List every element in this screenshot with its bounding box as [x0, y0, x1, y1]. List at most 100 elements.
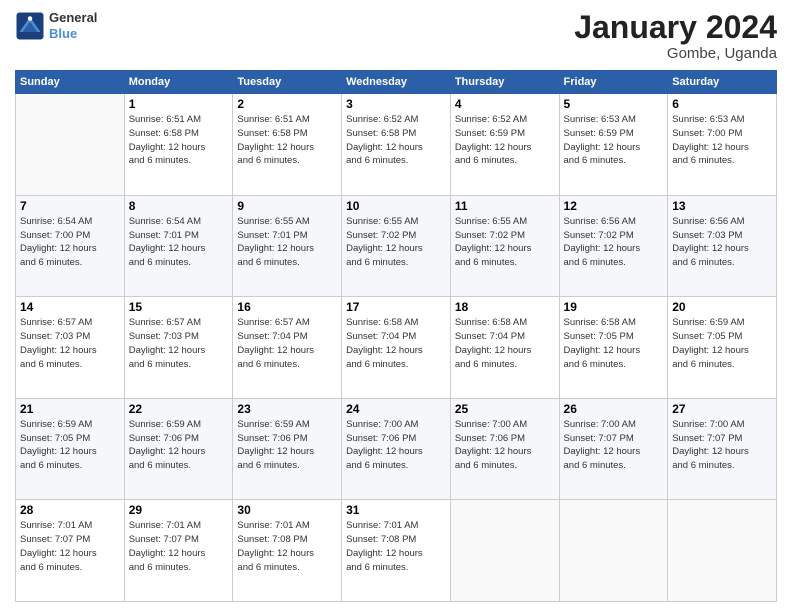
day-info: Sunrise: 7:01 AMSunset: 7:08 PMDaylight:… [346, 519, 446, 574]
day-number: 23 [237, 402, 337, 416]
day-info: Sunrise: 6:59 AMSunset: 7:05 PMDaylight:… [672, 316, 772, 371]
day-number: 8 [129, 199, 229, 213]
day-number: 16 [237, 300, 337, 314]
day-number: 4 [455, 97, 555, 111]
calendar-cell: 13Sunrise: 6:56 AMSunset: 7:03 PMDayligh… [668, 195, 777, 297]
calendar-cell: 12 Sunrise: 6:56 AMSunset: 7:02 PMDayligh… [559, 195, 668, 297]
day-number: 2 [237, 97, 337, 111]
day-number: 9 [237, 199, 337, 213]
calendar-cell: 24 Sunrise: 7:00 AMSunset: 7:06 PMDayligh… [342, 398, 451, 500]
day-info: Sunrise: 6:53 AMSunset: 7:00 PMDaylight:… [672, 113, 772, 168]
calendar-cell: 31 Sunrise: 7:01 AMSunset: 7:08 PMDayligh… [342, 500, 451, 602]
day-info: Sunrise: 6:59 AMSunset: 7:06 PMDaylight:… [237, 418, 337, 473]
day-header-tuesday: Tuesday [233, 71, 342, 94]
day-number: 30 [237, 503, 337, 517]
calendar-cell: 22Sunrise: 6:59 AMSunset: 7:06 PMDayligh… [124, 398, 233, 500]
calendar-page: General Blue January 2024 Gombe, Uganda … [0, 0, 792, 612]
day-header-saturday: Saturday [668, 71, 777, 94]
day-info: Sunrise: 6:54 AMSunset: 7:01 PMDaylight:… [129, 215, 229, 270]
day-number: 24 [346, 402, 446, 416]
location: Gombe, Uganda [574, 45, 777, 62]
day-header-thursday: Thursday [450, 71, 559, 94]
day-number: 20 [672, 300, 772, 314]
day-info: Sunrise: 6:57 AMSunset: 7:03 PMDaylight:… [20, 316, 120, 371]
day-info: Sunrise: 7:00 AMSunset: 7:07 PMDaylight:… [672, 418, 772, 473]
header: General Blue January 2024 Gombe, Uganda [15, 10, 777, 62]
calendar-cell: 29 Sunrise: 7:01 AMSunset: 7:07 PMDayligh… [124, 500, 233, 602]
calendar-cell [559, 500, 668, 602]
calendar-cell: 8 Sunrise: 6:54 AMSunset: 7:01 PMDaylight… [124, 195, 233, 297]
calendar-cell: 18Sunrise: 6:58 AMSunset: 7:04 PMDayligh… [450, 297, 559, 399]
calendar-cell: 10 Sunrise: 6:55 AMSunset: 7:02 PMDayligh… [342, 195, 451, 297]
day-number: 27 [672, 402, 772, 416]
calendar-cell: 27 Sunrise: 7:00 AMSunset: 7:07 PMDayligh… [668, 398, 777, 500]
day-number: 21 [20, 402, 120, 416]
calendar-cell: 14Sunrise: 6:57 AMSunset: 7:03 PMDayligh… [16, 297, 125, 399]
day-info: Sunrise: 6:56 AMSunset: 7:03 PMDaylight:… [672, 215, 772, 270]
day-info: Sunrise: 6:58 AMSunset: 7:04 PMDaylight:… [346, 316, 446, 371]
day-number: 5 [564, 97, 664, 111]
logo-text: General Blue [49, 10, 97, 41]
day-number: 29 [129, 503, 229, 517]
day-number: 25 [455, 402, 555, 416]
day-info: Sunrise: 6:51 AMSunset: 6:58 PMDaylight:… [237, 113, 337, 168]
calendar-cell: 23 Sunrise: 6:59 AMSunset: 7:06 PMDayligh… [233, 398, 342, 500]
calendar-cell: 3Sunrise: 6:52 AMSunset: 6:58 PMDaylight… [342, 94, 451, 196]
calendar-week-5: 28 Sunrise: 7:01 AMSunset: 7:07 PMDayligh… [16, 500, 777, 602]
calendar-cell: 28 Sunrise: 7:01 AMSunset: 7:07 PMDayligh… [16, 500, 125, 602]
day-info: Sunrise: 7:01 AMSunset: 7:07 PMDaylight:… [129, 519, 229, 574]
calendar-week-3: 14Sunrise: 6:57 AMSunset: 7:03 PMDayligh… [16, 297, 777, 399]
day-info: Sunrise: 6:57 AMSunset: 7:04 PMDaylight:… [237, 316, 337, 371]
day-info: Sunrise: 6:55 AMSunset: 7:01 PMDaylight:… [237, 215, 337, 270]
day-number: 6 [672, 97, 772, 111]
calendar-week-1: 1 Sunrise: 6:51 AMSunset: 6:58 PMDaylight… [16, 94, 777, 196]
logo: General Blue [15, 10, 97, 41]
day-header-friday: Friday [559, 71, 668, 94]
day-info: Sunrise: 7:00 AMSunset: 7:06 PMDaylight:… [346, 418, 446, 473]
day-number: 28 [20, 503, 120, 517]
day-info: Sunrise: 6:51 AMSunset: 6:58 PMDaylight:… [129, 113, 229, 168]
calendar-table: SundayMondayTuesdayWednesdayThursdayFrid… [15, 70, 777, 602]
day-number: 11 [455, 199, 555, 213]
calendar-cell: 30Sunrise: 7:01 AMSunset: 7:08 PMDayligh… [233, 500, 342, 602]
calendar-header-row: SundayMondayTuesdayWednesdayThursdayFrid… [16, 71, 777, 94]
day-number: 10 [346, 199, 446, 213]
day-number: 3 [346, 97, 446, 111]
day-info: Sunrise: 7:00 AMSunset: 7:06 PMDaylight:… [455, 418, 555, 473]
day-number: 1 [129, 97, 229, 111]
calendar-cell: 6 Sunrise: 6:53 AMSunset: 7:00 PMDaylight… [668, 94, 777, 196]
day-header-monday: Monday [124, 71, 233, 94]
day-info: Sunrise: 6:54 AMSunset: 7:00 PMDaylight:… [20, 215, 120, 270]
calendar-cell: 1 Sunrise: 6:51 AMSunset: 6:58 PMDaylight… [124, 94, 233, 196]
day-info: Sunrise: 6:58 AMSunset: 7:05 PMDaylight:… [564, 316, 664, 371]
day-number: 12 [564, 199, 664, 213]
day-header-sunday: Sunday [16, 71, 125, 94]
day-info: Sunrise: 6:53 AMSunset: 6:59 PMDaylight:… [564, 113, 664, 168]
calendar-cell [668, 500, 777, 602]
month-title: January 2024 [574, 10, 777, 45]
day-info: Sunrise: 6:57 AMSunset: 7:03 PMDaylight:… [129, 316, 229, 371]
calendar-week-2: 7Sunrise: 6:54 AMSunset: 7:00 PMDaylight… [16, 195, 777, 297]
calendar-cell: 2 Sunrise: 6:51 AMSunset: 6:58 PMDaylight… [233, 94, 342, 196]
calendar-cell: 7Sunrise: 6:54 AMSunset: 7:00 PMDaylight… [16, 195, 125, 297]
calendar-cell: 19 Sunrise: 6:58 AMSunset: 7:05 PMDayligh… [559, 297, 668, 399]
day-header-wednesday: Wednesday [342, 71, 451, 94]
day-number: 19 [564, 300, 664, 314]
day-number: 31 [346, 503, 446, 517]
calendar-cell: 17Sunrise: 6:58 AMSunset: 7:04 PMDayligh… [342, 297, 451, 399]
day-number: 18 [455, 300, 555, 314]
calendar-cell [16, 94, 125, 196]
logo-general: General [49, 10, 97, 26]
day-info: Sunrise: 6:59 AMSunset: 7:05 PMDaylight:… [20, 418, 120, 473]
calendar-cell: 4 Sunrise: 6:52 AMSunset: 6:59 PMDaylight… [450, 94, 559, 196]
day-info: Sunrise: 7:01 AMSunset: 7:07 PMDaylight:… [20, 519, 120, 574]
calendar-week-4: 21 Sunrise: 6:59 AMSunset: 7:05 PMDayligh… [16, 398, 777, 500]
day-info: Sunrise: 6:55 AMSunset: 7:02 PMDaylight:… [346, 215, 446, 270]
day-info: Sunrise: 6:56 AMSunset: 7:02 PMDaylight:… [564, 215, 664, 270]
logo-icon [15, 11, 45, 41]
title-block: January 2024 Gombe, Uganda [574, 10, 777, 62]
day-info: Sunrise: 6:59 AMSunset: 7:06 PMDaylight:… [129, 418, 229, 473]
calendar-cell: 25 Sunrise: 7:00 AMSunset: 7:06 PMDayligh… [450, 398, 559, 500]
day-info: Sunrise: 6:52 AMSunset: 6:59 PMDaylight:… [455, 113, 555, 168]
logo-blue: Blue [49, 26, 97, 42]
